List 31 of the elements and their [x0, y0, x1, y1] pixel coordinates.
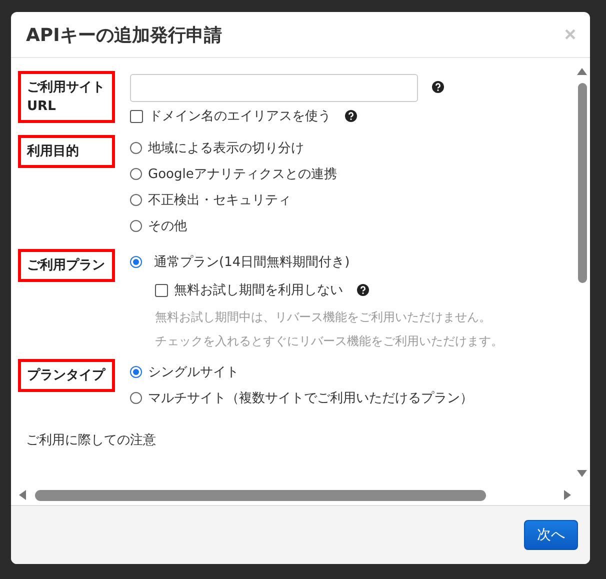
checkbox[interactable]	[155, 284, 168, 296]
help-icon[interactable]	[432, 81, 444, 93]
url-input[interactable]	[130, 74, 418, 102]
field-label: ご利用サイトURL	[18, 71, 115, 123]
radio-label: その他	[148, 218, 187, 235]
help-icon[interactable]	[345, 110, 357, 122]
notice-heading: ご利用に際しての注意	[25, 432, 157, 449]
radio-button[interactable]	[130, 256, 142, 268]
radio-label: 地域による表示の切り分け	[148, 140, 304, 157]
checkbox[interactable]	[130, 110, 143, 122]
field-label: 利用目的	[18, 135, 115, 168]
checkbox-label: ドメイン名のエイリアスを使う	[149, 108, 331, 125]
help-icon[interactable]	[357, 284, 369, 296]
radio-label: マルチサイト（複数サイトでご利用いただけるプラン）	[148, 390, 473, 407]
radio-label: 通常プラン(14日間無料期間付き)	[154, 254, 350, 271]
radio-label: シングルサイト	[148, 364, 239, 381]
radio-button[interactable]	[130, 366, 142, 378]
radio-label: 不正検出・セキュリティ	[148, 192, 291, 209]
radio-label: Googleアナリティクスとの連携	[148, 166, 337, 183]
radio-button[interactable]	[130, 392, 142, 404]
field-label: プランタイプ	[18, 359, 115, 392]
hint-text: チェックを入れるとすぐにリバース機能をご利用いただけます。	[154, 333, 504, 350]
radio-button[interactable]	[130, 194, 142, 206]
hint-text: 無料お試し期間中は、リバース機能をご利用いただけません。	[154, 309, 492, 326]
checkbox-label: 無料お試し期間を利用しない	[174, 282, 343, 299]
radio-button[interactable]	[130, 220, 142, 232]
dialog-title: APIキーの追加発行申請	[26, 24, 222, 46]
field-label: ご利用プラン	[18, 249, 115, 282]
radio-button[interactable]	[130, 142, 142, 154]
next-button[interactable]: 次へ	[524, 520, 578, 550]
radio-button[interactable]	[130, 168, 142, 180]
